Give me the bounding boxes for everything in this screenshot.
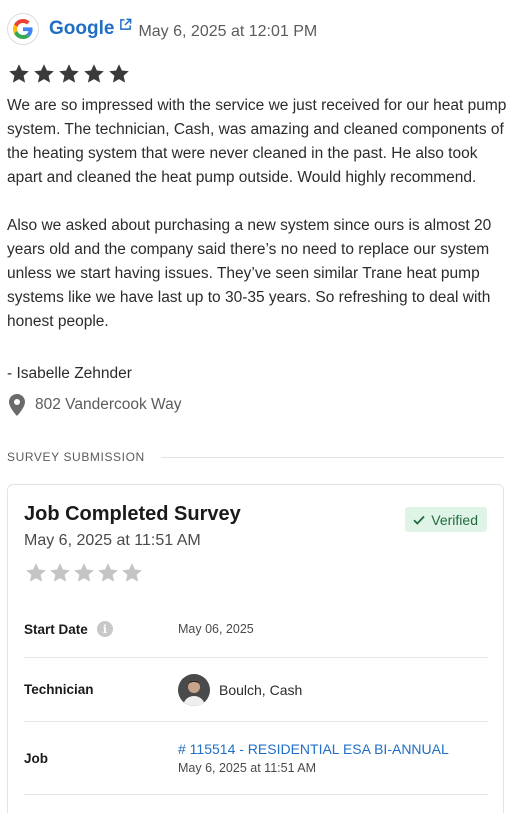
technician-label: Technician [24,682,94,697]
technician-row: Technician Boulch, Cash [24,658,488,722]
job-date: May 6, 2025 at 11:51 AM [178,761,317,775]
check-icon [413,515,425,525]
section-divider: SURVEY SUBMISSION [7,450,504,464]
start-date-row: Start Date i May 06, 2025 [24,601,488,658]
section-label: SURVEY SUBMISSION [7,450,145,464]
review-date: May 6, 2025 at 12:01 PM [138,22,318,40]
info-icon[interactable]: i [96,621,113,637]
survey-title: Job Completed Survey [24,503,241,525]
star-empty-icon [74,563,94,582]
verified-label: Verified [431,511,478,528]
survey-rating [24,561,144,585]
review-body: We are so impressed with the service we … [7,94,507,334]
star-empty-icon [122,563,142,582]
star-empty-icon [50,563,70,582]
google-logo-icon [7,13,39,45]
star-empty-icon [26,563,46,582]
job-value: # 115514 - RESIDENTIAL ESA BI-ANNUAL May… [178,741,449,775]
technician-value: Boulch, Cash [178,673,303,706]
review-paragraph: We are so impressed with the service we … [7,97,507,186]
external-link-icon[interactable] [119,15,132,37]
review-header: Google May 6, 2025 at 12:01 PM [7,13,317,45]
start-date-value: May 06, 2025 [178,622,254,636]
job-link[interactable]: # 115514 - RESIDENTIAL ESA BI-ANNUAL [178,741,449,757]
source-name[interactable]: Google [49,18,114,40]
technician-label-wrap: Technician [24,682,178,697]
survey-date: May 6, 2025 at 11:51 AM [24,532,201,549]
divider-line [160,456,504,458]
job-label-wrap: Job [24,751,178,766]
job-label: Job [24,750,49,766]
star-empty-icon [98,563,118,582]
review-rating [7,62,131,86]
star-filled-icon [59,64,79,83]
star-filled-icon [34,64,54,83]
technician-name: Boulch, Cash [219,681,303,698]
location-address: 802 Vandercook Way [35,396,182,413]
star-filled-icon [84,64,104,83]
star-filled-icon [9,64,29,83]
start-date-label: Start Date [24,621,88,637]
reviewer-name: - Isabelle Zehnder [7,365,132,382]
verified-badge: Verified [405,507,487,532]
technician-avatar [178,673,210,706]
job-row: Job # 115514 - RESIDENTIAL ESA BI-ANNUAL… [24,722,488,795]
location-pin-icon [9,394,25,416]
review-paragraph: Also we asked about purchasing a new sys… [7,217,492,330]
star-filled-icon [109,64,129,83]
google-source-link[interactable]: Google [49,18,132,40]
start-date-label-wrap: Start Date i [24,621,178,637]
review-location: 802 Vandercook Way [9,394,181,416]
survey-card: Job Completed Survey Verified May 6, 202… [7,484,504,813]
